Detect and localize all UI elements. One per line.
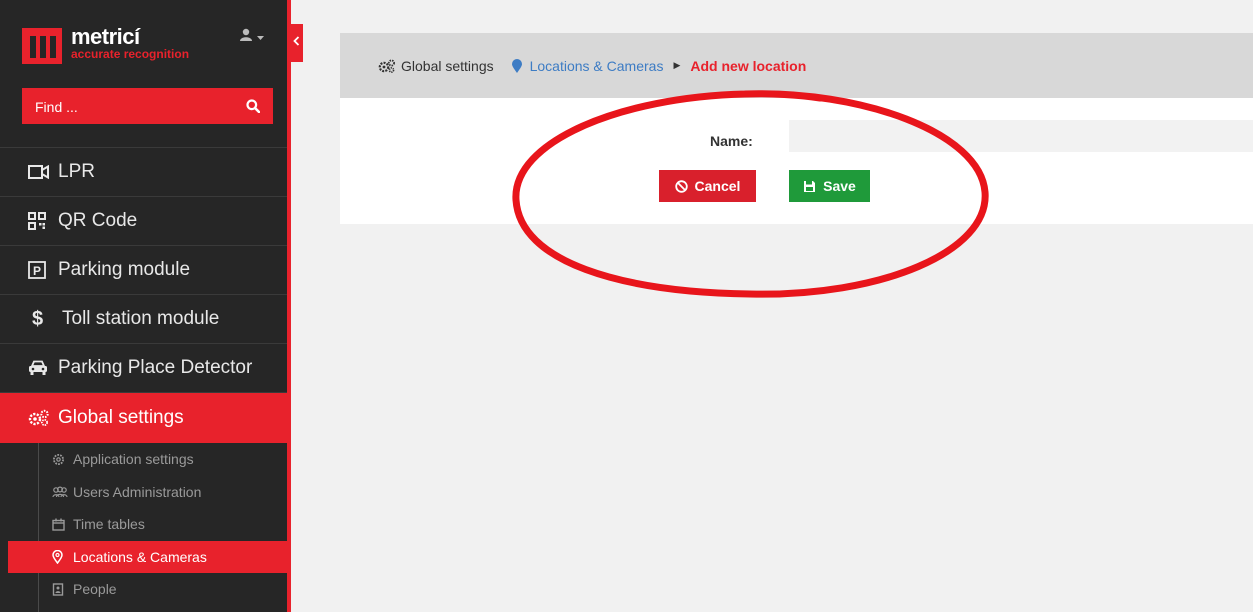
breadcrumb-add-new-location: Add new location <box>690 57 807 74</box>
map-pin-icon <box>52 549 70 564</box>
subnav-item-application-settings[interactable]: Application settings <box>0 443 287 476</box>
annotation-ellipse <box>512 90 989 298</box>
find-box <box>22 88 273 126</box>
subnav-item-locations-cameras[interactable]: Locations & Cameras <box>8 540 287 573</box>
brand-tagline: accurate recognition <box>71 47 190 61</box>
breadcrumb-global-settings[interactable]: Global settings <box>401 58 494 74</box>
subnav-item-time-tables[interactable]: Time tables <box>0 508 287 541</box>
chevron-left-icon <box>292 36 299 46</box>
parking-icon: P <box>28 261 52 279</box>
caret-down-icon <box>257 36 264 40</box>
sidebar: metricí accurate recognition LPR QR Code… <box>0 0 289 612</box>
car-icon <box>28 360 52 376</box>
nav-item-label: Parking Place Detector <box>58 357 253 378</box>
main-nav: LPR QR Code P Parking module $ Toll stat… <box>0 148 287 443</box>
gear-icon <box>52 453 70 466</box>
user-icon <box>240 28 253 41</box>
subnav-item-label: Users Administration <box>73 483 202 500</box>
qr-code-icon <box>28 212 52 230</box>
nav-item-label: Toll station module <box>62 308 220 329</box>
settings-subnav: Application settings Users Administratio… <box>0 443 287 606</box>
search-button[interactable] <box>233 88 273 124</box>
nav-item-label: Parking module <box>58 259 191 280</box>
search-icon <box>246 99 260 113</box>
nav-item-global-settings[interactable]: Global settings <box>0 393 287 443</box>
nav-item-parking-place-detector[interactable]: Parking Place Detector <box>0 344 287 393</box>
nav-item-qr-code[interactable]: QR Code <box>0 197 287 246</box>
subnav-item-label: People <box>73 581 117 598</box>
subnav-item-label: Application settings <box>73 451 194 468</box>
map-marker-icon <box>511 58 522 73</box>
search-input[interactable] <box>22 88 237 126</box>
logo[interactable]: metricí accurate recognition <box>22 22 272 64</box>
subnav-item-label: Time tables <box>73 516 145 533</box>
cogs-icon <box>378 59 396 73</box>
nav-item-label: QR Code <box>58 210 138 231</box>
sidebar-collapse-button[interactable] <box>289 24 303 62</box>
nav-item-lpr[interactable]: LPR <box>0 148 287 197</box>
nav-item-toll-station-module[interactable]: $ Toll station module <box>0 295 287 344</box>
dollar-icon: $ <box>32 307 44 330</box>
subnav-item-label: Locations & Cameras <box>73 548 207 565</box>
nav-item-label: Global settings <box>58 407 184 428</box>
logo-mark <box>22 28 62 64</box>
subnav-item-people[interactable]: People <box>0 573 287 606</box>
video-camera-icon <box>28 165 52 179</box>
sidebar-edge <box>287 0 291 612</box>
cogs-icon <box>28 409 52 427</box>
nav-item-parking-module[interactable]: P Parking module <box>0 246 287 295</box>
address-book-icon <box>52 583 70 596</box>
user-menu-button[interactable] <box>239 28 264 44</box>
subnav-item-users-administration[interactable]: Users Administration <box>0 476 287 509</box>
caret-right-icon: ▶ <box>673 60 681 70</box>
users-icon <box>52 486 70 498</box>
svg-text:P: P <box>33 264 41 278</box>
nav-item-label: LPR <box>58 161 95 182</box>
calendar-icon <box>52 518 70 531</box>
breadcrumb-locations-cameras[interactable]: Locations & Cameras <box>530 58 664 74</box>
